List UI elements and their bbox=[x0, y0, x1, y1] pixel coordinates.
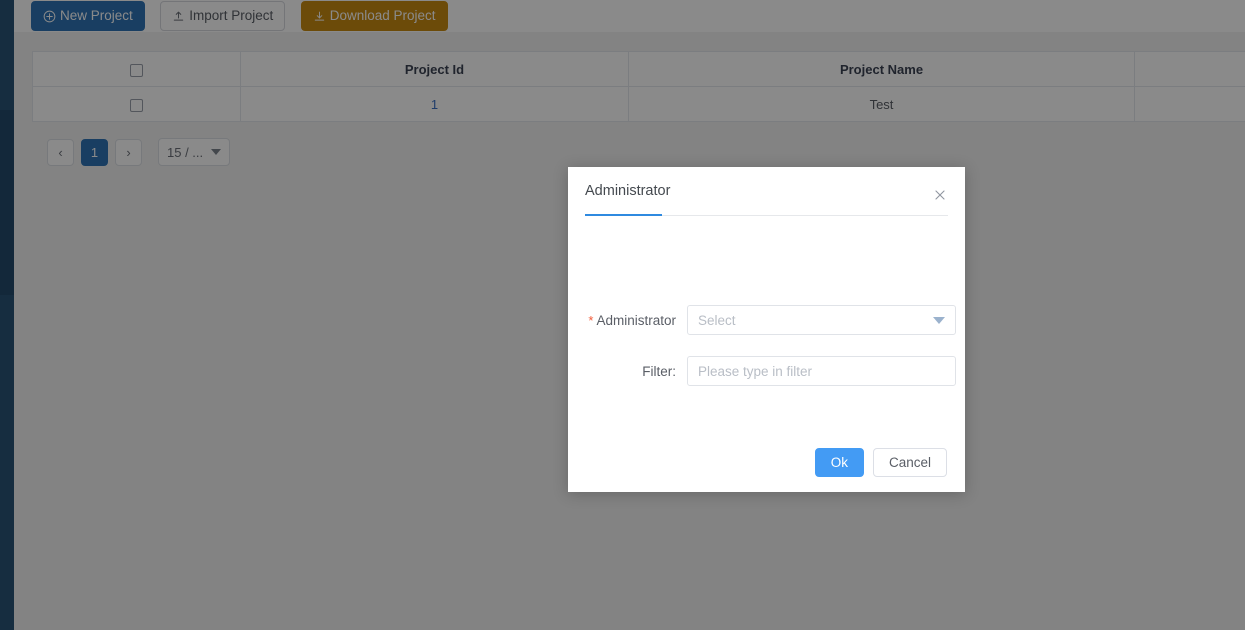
ok-button[interactable]: Ok bbox=[814, 448, 864, 477]
filter-input[interactable]: Please type in filter bbox=[687, 356, 956, 386]
cancel-button[interactable]: Cancel bbox=[872, 448, 947, 477]
dialog-footer: Ok Cancel bbox=[814, 448, 947, 477]
administrator-dialog: Administrator * Administrator Select Filt… bbox=[568, 167, 965, 492]
chevron-down-icon bbox=[933, 316, 945, 324]
administrator-select[interactable]: Select bbox=[687, 305, 956, 335]
dialog-title: Administrator bbox=[585, 183, 671, 199]
administrator-field-label: * Administrator bbox=[584, 313, 687, 328]
close-icon[interactable] bbox=[932, 187, 948, 203]
dialog-header: Administrator bbox=[568, 167, 965, 217]
dialog-tab-indicator bbox=[585, 214, 662, 216]
filter-input-placeholder: Please type in filter bbox=[698, 363, 813, 379]
administrator-select-placeholder: Select bbox=[698, 312, 736, 328]
filter-field-label: Filter: bbox=[642, 363, 676, 379]
administrator-field-row: * Administrator Select bbox=[584, 305, 956, 335]
required-asterisk: * bbox=[588, 312, 594, 328]
administrator-label-text: Administrator bbox=[596, 312, 676, 328]
filter-field-row: Filter: Please type in filter bbox=[584, 356, 956, 386]
